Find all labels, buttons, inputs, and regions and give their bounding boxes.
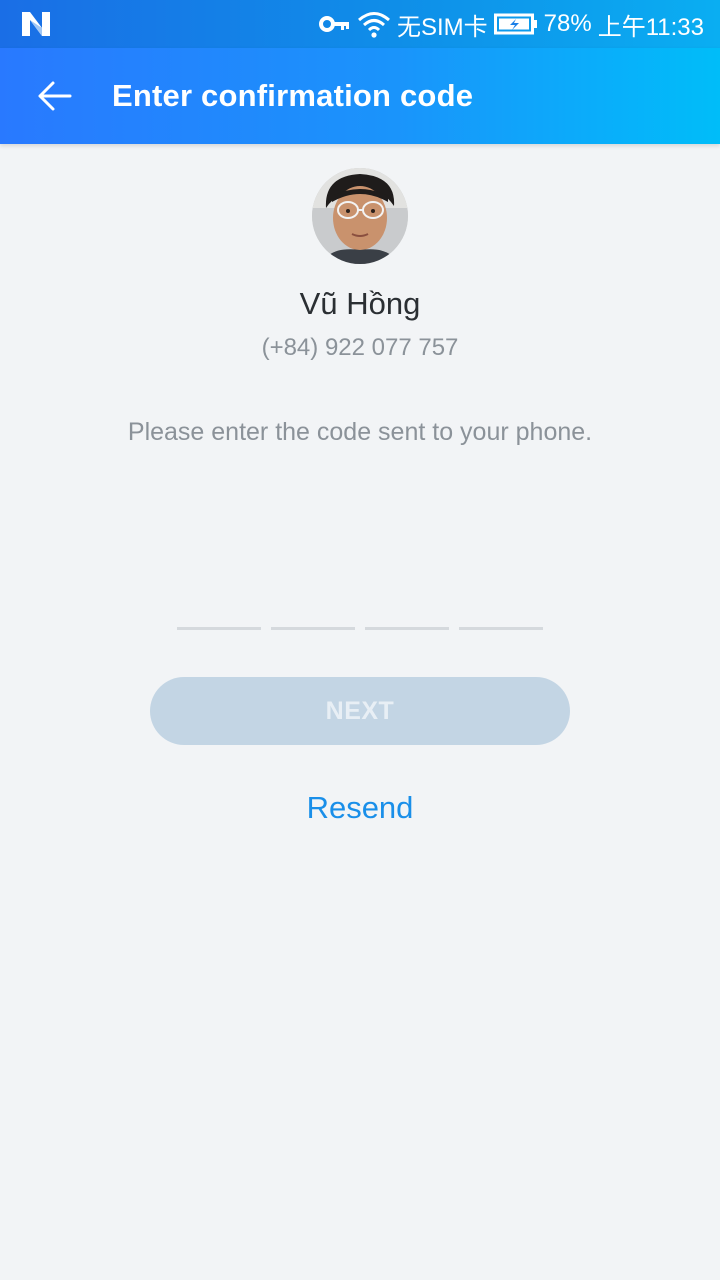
clock: 上午11:33	[597, 13, 704, 41]
code-digit-4[interactable]	[459, 600, 543, 630]
code-digit-3[interactable]	[365, 600, 449, 630]
code-digit-2[interactable]	[271, 600, 355, 630]
battery-icon	[493, 13, 538, 35]
user-phone: (+84) 922 077 757	[261, 334, 459, 361]
confirmation-code-input	[177, 600, 543, 630]
status-indicators: 无SIM卡 78% 上午11:33	[319, 0, 704, 48]
wifi-icon	[357, 9, 391, 39]
key-icon	[319, 14, 351, 34]
arrow-left-icon	[38, 81, 72, 111]
next-button[interactable]: NEXT	[150, 677, 570, 745]
user-name: Vũ Hồng	[299, 286, 421, 321]
notification-n-icon	[20, 10, 52, 38]
app-bar: Enter confirmation code	[0, 48, 720, 144]
instruction-text: Please enter the code sent to your phone…	[127, 418, 593, 446]
carrier-text: 无SIM卡	[397, 13, 488, 41]
back-button[interactable]	[22, 66, 86, 126]
page-title: Enter confirmation code	[112, 78, 474, 113]
code-digit-1[interactable]	[177, 600, 261, 630]
status-bar: 无SIM卡 78% 上午11:33	[0, 0, 720, 48]
battery-percent: 78%	[543, 10, 592, 37]
resend-link[interactable]: Resend	[0, 790, 720, 826]
avatar	[312, 168, 408, 264]
